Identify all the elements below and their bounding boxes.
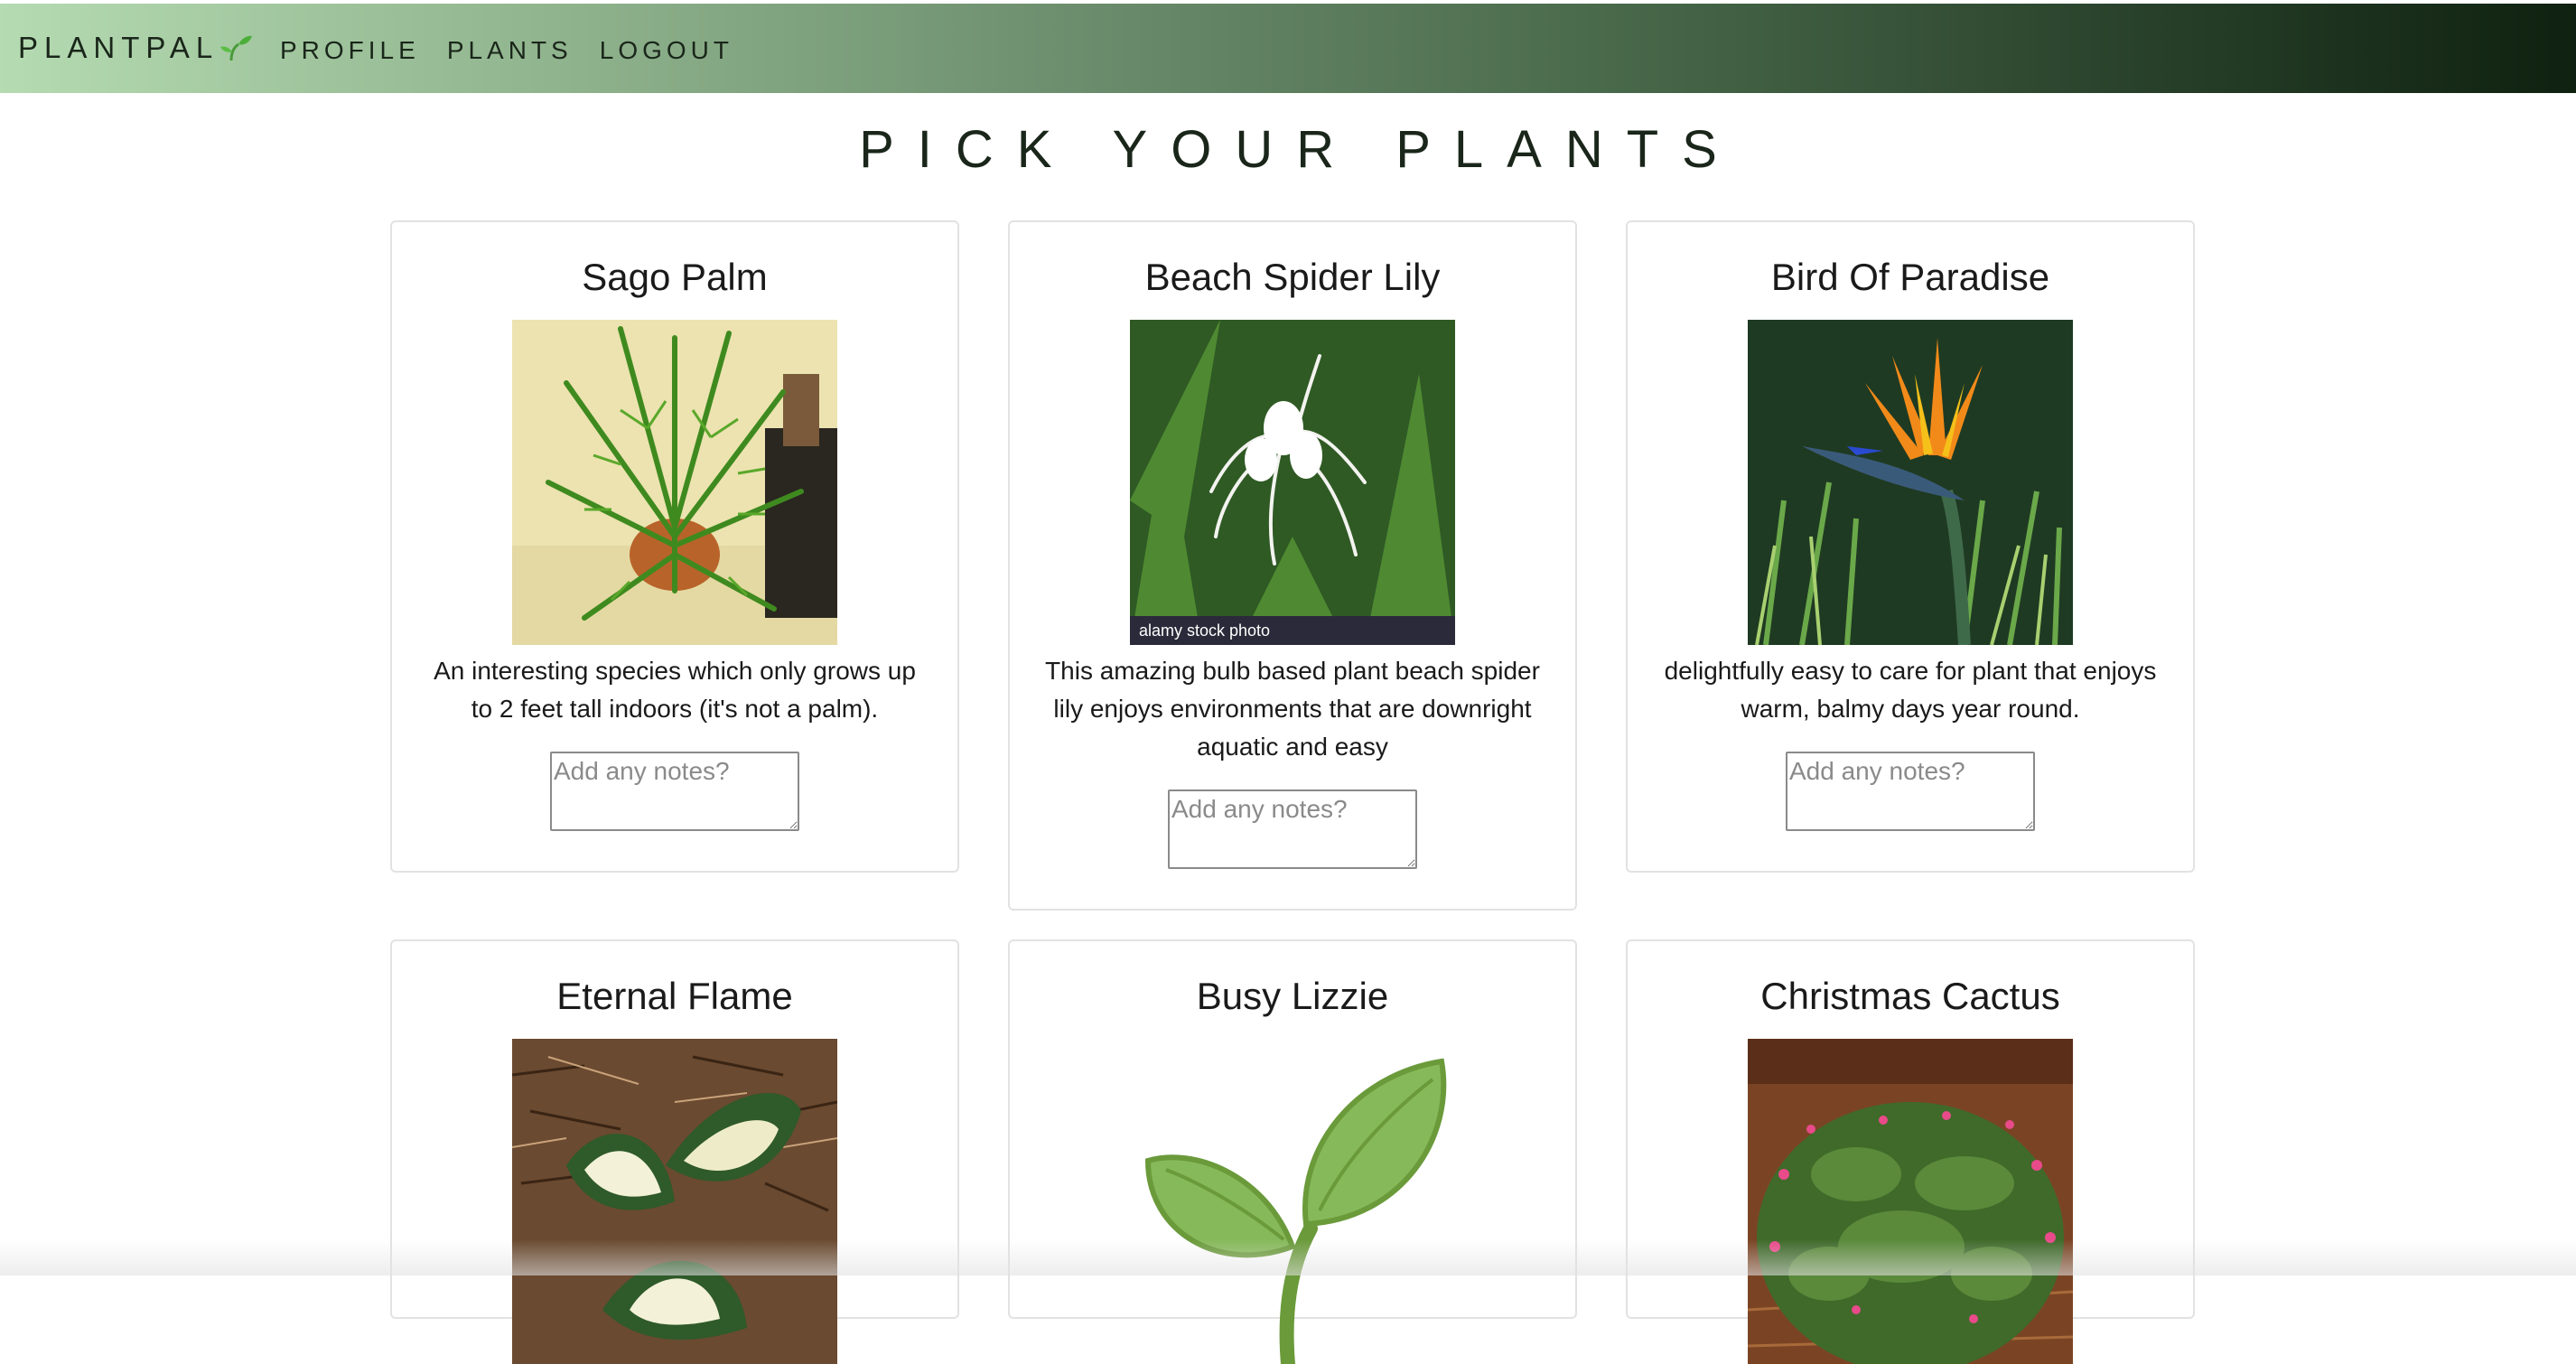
plant-name: Beach Spider Lily bbox=[1144, 256, 1441, 298]
bird-of-paradise-image bbox=[1748, 320, 2073, 645]
seedling-icon bbox=[1130, 1039, 1455, 1364]
plant-card-sago-palm[interactable]: Sago Palm An interesting species which o… bbox=[390, 220, 959, 873]
nav-link-profile[interactable]: PROFILE bbox=[280, 36, 420, 65]
notes-input[interactable] bbox=[550, 752, 799, 831]
stock-watermark: alamy stock photo bbox=[1130, 616, 1455, 645]
notes-input[interactable] bbox=[1786, 752, 2035, 831]
plant-name: Sago Palm bbox=[582, 256, 768, 298]
plant-name: Eternal Flame bbox=[556, 975, 793, 1017]
plant-description: This amazing bulb based plant beach spid… bbox=[1045, 657, 1540, 761]
plant-card-christmas-cactus[interactable]: Christmas Cactus bbox=[1626, 939, 2195, 1364]
plant-name: Bird Of Paradise bbox=[1770, 256, 2050, 298]
plant-name: Busy Lizzie bbox=[1196, 975, 1389, 1017]
plant-description: delightfully easy to care for plant that… bbox=[1664, 657, 2157, 723]
page-title: PICK YOUR PLANTS bbox=[859, 120, 1741, 179]
plant-card-busy-lizzie[interactable]: Busy Lizzie bbox=[1008, 939, 1577, 1364]
navbar: PLANTPAL PROFILE PLANTS LOGOUT bbox=[0, 4, 2576, 93]
plant-card-eternal-flame[interactable]: Eternal Flame bbox=[390, 939, 959, 1364]
nav-link-plants[interactable]: PLANTS bbox=[447, 36, 573, 65]
beach-spider-lily-image: alamy stock photo bbox=[1130, 320, 1455, 645]
sago-palm-image bbox=[512, 320, 837, 645]
brand-logo-link[interactable]: PLANTPAL bbox=[18, 31, 253, 65]
sprout-icon bbox=[220, 35, 253, 61]
christmas-cactus-image bbox=[1748, 1039, 2073, 1364]
plant-name: Christmas Cactus bbox=[1760, 975, 2060, 1017]
plant-card-bird-of-paradise[interactable]: Bird Of Paradise delightfully easy to ca… bbox=[1626, 220, 2195, 873]
nav-links: PROFILE PLANTS LOGOUT bbox=[280, 36, 761, 65]
plant-card-beach-spider-lily[interactable]: Beach Spider Lily alamy stock photo This… bbox=[1008, 220, 1577, 911]
brand-name: PLANTPAL bbox=[18, 31, 219, 64]
eternal-flame-image bbox=[512, 1039, 837, 1364]
notes-input[interactable] bbox=[1168, 789, 1417, 869]
plant-description: An interesting species which only grows … bbox=[434, 657, 916, 723]
nav-link-logout[interactable]: LOGOUT bbox=[600, 36, 733, 65]
